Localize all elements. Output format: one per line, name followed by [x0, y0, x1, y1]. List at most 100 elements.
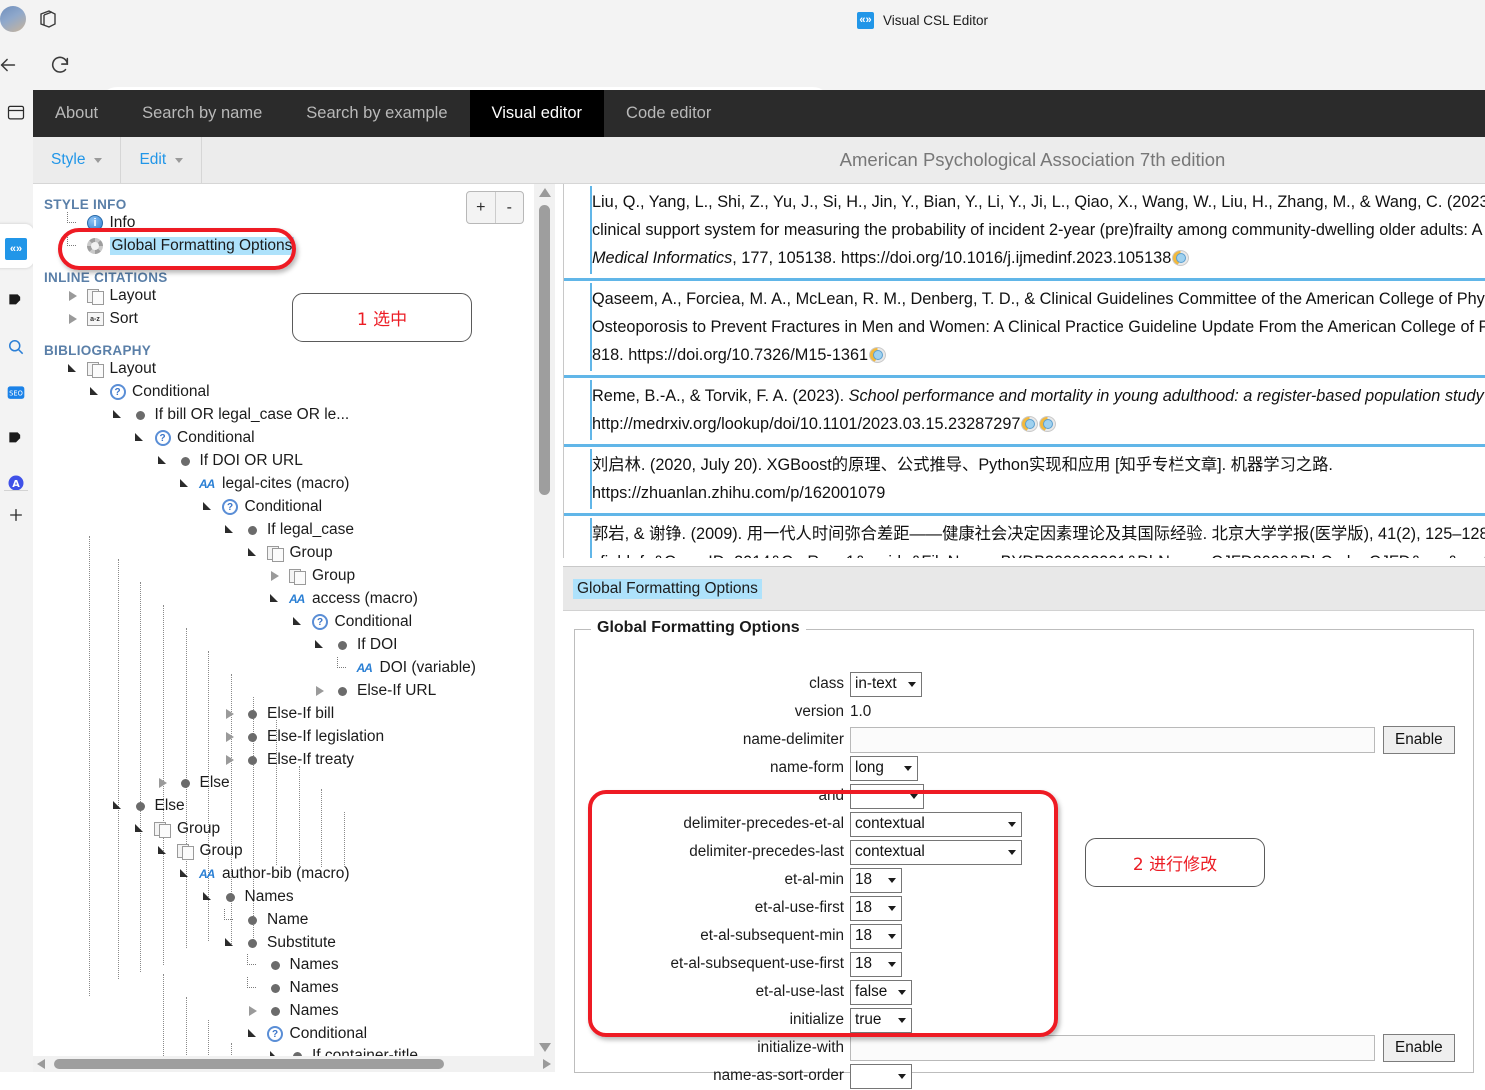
select-delimiter-precedes-last[interactable]: contextual [850, 839, 1022, 865]
expand-triangle-icon[interactable] [224, 730, 238, 744]
tree-vertical-scrollbar[interactable] [534, 184, 555, 1056]
zoom-in-button[interactable]: + [467, 192, 496, 223]
tree-node[interactable]: If DOI [314, 634, 397, 656]
zotero-badge-icon[interactable] [1021, 416, 1039, 432]
collapse-triangle-icon[interactable] [134, 431, 148, 445]
tree-node[interactable]: Group [247, 542, 333, 564]
collapse-triangle-icon[interactable] [157, 454, 171, 468]
scroll-left-icon[interactable] [37, 1059, 45, 1069]
style-menu-button[interactable]: Style [33, 137, 122, 183]
scrollbar-thumb[interactable] [54, 1059, 444, 1069]
edit-menu-button[interactable]: Edit [121, 137, 203, 183]
select-initialize[interactable]: true [850, 1007, 912, 1033]
zotero-badge-icon[interactable] [1172, 250, 1190, 266]
collapse-triangle-icon[interactable] [202, 890, 216, 904]
input-name-delimiter[interactable] [850, 727, 1375, 753]
reader-icon[interactable] [0, 286, 32, 316]
nav-tab-search-by-name[interactable]: Search by name [120, 90, 284, 137]
collapse-triangle-icon[interactable] [89, 385, 103, 399]
collapse-triangle-icon[interactable] [314, 638, 328, 652]
collapse-triangle-icon[interactable] [157, 844, 171, 858]
expand-triangle-icon[interactable] [67, 312, 81, 326]
select-et-al-subsequent-min[interactable]: 18 [850, 923, 902, 949]
zoom-controls[interactable]: + - [466, 191, 524, 224]
breadcrumb-current[interactable]: Global Formatting Options [573, 578, 762, 599]
reload-icon[interactable] [44, 49, 76, 81]
select-and[interactable] [850, 783, 924, 809]
nav-tab-visual-editor[interactable]: Visual editor [469, 90, 605, 137]
tree-node[interactable]: ? Conditional [247, 1023, 367, 1045]
add-icon[interactable] [0, 500, 32, 530]
zotero-badge-icon[interactable] [869, 347, 887, 363]
bibliography-entry[interactable]: Liu, Q., Yang, L., Shi, Z., Yu, J., Si, … [564, 184, 1485, 278]
tree-node[interactable]: AA author-bib (macro) [179, 863, 350, 885]
select-name-as-sort-order[interactable] [850, 1063, 912, 1089]
collapse-triangle-icon[interactable] [247, 1027, 261, 1041]
nav-tab-code-editor[interactable]: Code editor [604, 90, 733, 137]
tree-node[interactable]: Names [247, 1000, 339, 1022]
scrollbar-thumb[interactable] [539, 205, 550, 495]
collapse-triangle-icon[interactable] [134, 822, 148, 836]
collapse-triangle-icon[interactable] [112, 799, 126, 813]
tree-node[interactable]: Else [157, 772, 230, 794]
tree-node[interactable]: If legal_case [224, 519, 354, 541]
scroll-right-icon[interactable] [543, 1059, 551, 1069]
tree-node[interactable]: If DOI OR URL [157, 450, 303, 472]
zotero-badge-icon[interactable] [1039, 416, 1057, 432]
tree-node[interactable]: Else-If treaty [224, 749, 354, 771]
collapse-triangle-icon[interactable] [112, 408, 126, 422]
tree-node[interactable]: Names [202, 886, 294, 908]
tree-node[interactable]: Names [246, 977, 339, 999]
tree-node[interactable]: i Info [66, 212, 135, 234]
collapse-triangle-icon[interactable] [292, 615, 306, 629]
tree-horizontal-scrollbar[interactable] [33, 1056, 555, 1072]
tree-node[interactable]: ? Conditional [89, 381, 210, 403]
visual-csl-editor-icon[interactable]: «» [0, 234, 32, 264]
select-et-al-use-first[interactable]: 18 [850, 895, 902, 921]
tree-node[interactable]: Layout [67, 358, 156, 380]
collapse-triangle-icon[interactable] [67, 362, 81, 376]
tree-node[interactable]: Layout [67, 285, 156, 307]
collapse-triangle-icon[interactable] [247, 546, 261, 560]
tree-node[interactable]: a-z Sort [67, 308, 138, 330]
input-initialize-with[interactable] [850, 1035, 1375, 1061]
tree-node[interactable]: Group [134, 818, 220, 840]
tree-node[interactable]: Group [157, 840, 243, 862]
select-class[interactable]: in-text [850, 671, 922, 697]
expand-triangle-icon[interactable] [314, 684, 328, 698]
enable-button-initialize-with[interactable]: Enable [1383, 1034, 1455, 1062]
tree-node[interactable]: Else-If legislation [224, 726, 384, 748]
collapse-triangle-icon[interactable] [179, 477, 193, 491]
search-icon[interactable] [0, 332, 32, 362]
tree-node[interactable]: AA access (macro) [269, 588, 418, 610]
tree-node-selected[interactable]: Global Formatting Options [66, 235, 295, 257]
nav-tab-search-by-example[interactable]: Search by example [284, 90, 469, 137]
bibliography-preview[interactable]: Liu, Q., Yang, L., Shi, Z., Yu, J., Si, … [563, 184, 1485, 558]
expand-triangle-icon[interactable] [247, 1004, 261, 1018]
collapse-triangle-icon[interactable] [269, 592, 283, 606]
tree-node[interactable]: Group [269, 565, 355, 587]
expand-triangle-icon[interactable] [224, 707, 238, 721]
bibliography-entry[interactable]: 郭岩, & 谢铮. (2009). 用一代人时间弥合差距——健康社会决定因素理论… [564, 513, 1485, 558]
scroll-up-icon[interactable] [539, 188, 551, 197]
tree-node[interactable]: ? Conditional [292, 611, 412, 633]
expand-triangle-icon[interactable] [269, 569, 283, 583]
tree-node[interactable]: If bill OR legal_case OR le... [112, 404, 349, 426]
bibliography-entry[interactable]: 刘启林. (2020, July 20). XGBoost的原理、公式推导、Py… [564, 444, 1485, 513]
tree-node[interactable]: Substitute [224, 932, 336, 954]
select-et-al-subsequent-use-first[interactable]: 18 [850, 951, 902, 977]
select-et-al-min[interactable]: 18 [850, 867, 902, 893]
tree-node[interactable]: ? Conditional [202, 496, 322, 518]
expand-triangle-icon[interactable] [67, 289, 81, 303]
tree-node[interactable]: Else [112, 795, 185, 817]
profile-avatar[interactable] [0, 6, 26, 32]
browser-tab-visual-csl-editor[interactable]: «» Visual CSL Editor [845, 3, 1000, 37]
tree-node[interactable]: Names [246, 954, 339, 976]
back-icon[interactable] [0, 49, 24, 81]
select-delimiter-precedes-et-al[interactable]: contextual [850, 811, 1022, 837]
tree-node[interactable]: Name [224, 909, 308, 931]
collapse-triangle-icon[interactable] [179, 867, 193, 881]
seo-icon[interactable]: SEO [0, 378, 32, 408]
tree-node[interactable]: AA DOI (variable) [336, 657, 476, 679]
tree-node[interactable]: Else-If bill [224, 703, 334, 725]
